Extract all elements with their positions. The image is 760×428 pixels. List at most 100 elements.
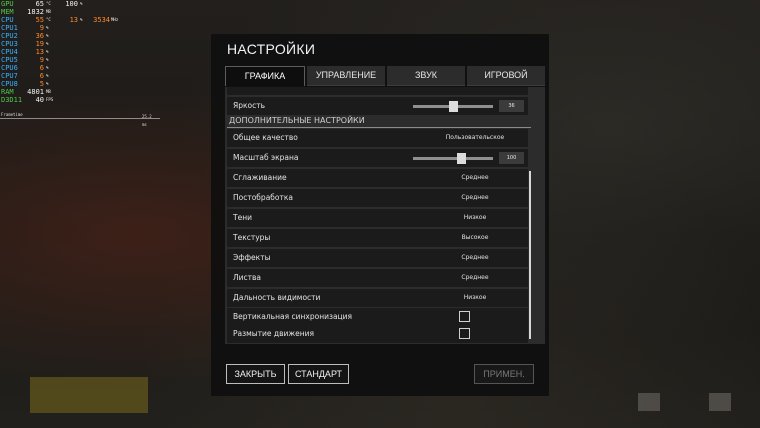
overlay-label: CPU5 [1,56,18,64]
background-icon-right [709,393,731,411]
setting-value[interactable]: Среднее [395,269,545,287]
motion-blur-checkbox[interactable] [459,328,470,339]
setting-row-postprocessing[interactable]: Постобработка Среднее [227,189,528,207]
tab-gameplay[interactable]: ИГРОВОЙ ПРОЦЕСС [467,66,545,99]
overlay-unit: % [46,81,49,86]
overlay-value: 1832 [27,8,44,16]
overlay-label: RAM [1,88,14,96]
overlay-value: 100 [65,0,78,8]
overall-quality-row[interactable]: Общее качество Пользовательское [227,129,528,147]
overlay-label: CPU3 [1,40,18,48]
overlay-row: MEM 1832 MB [0,8,120,16]
overlay-unit: % [46,49,49,54]
overlay-row: CPU3 19% [0,40,120,48]
screen-scale-label: Масштаб экрана [233,153,299,162]
overlay-row: CPU6 6% [0,64,120,72]
overlay-label: CPU4 [1,48,18,56]
setting-label: Текстуры [233,233,271,242]
brightness-slider-handle[interactable] [449,101,458,112]
overlay-label: CPU1 [1,24,18,32]
overlay-row: CPU8 5% [0,80,120,88]
setting-row-shadows[interactable]: Тени Низкое [227,209,528,227]
tab-controls[interactable]: УПРАВЛЕНИЕ [307,66,385,86]
overlay-label: CPU6 [1,64,18,72]
setting-label: Дальность видимости [233,293,321,302]
overlay-row: CPU 55 °C 13% 3534 MHz [0,16,120,24]
background-play-button [30,377,148,413]
overlay-value: 13 [35,48,44,56]
overlay-row: CPU5 9% [0,56,120,64]
screen-scale-value[interactable]: 100 [499,152,524,164]
setting-value[interactable]: Среднее [395,249,545,267]
overlay-label: CPU [1,16,14,24]
overlay-value: 36 [35,32,44,40]
screen-scale-slider[interactable] [413,157,493,160]
overlay-unit: MHz [111,17,119,22]
overlay-unit: °C [46,1,51,6]
settings-dialog: НАСТРОЙКИ ГРАФИКА УПРАВЛЕНИЕ ЗВУК ИГРОВО… [211,34,549,396]
overlay-label: CPU2 [1,32,18,40]
brightness-value[interactable]: 36 [499,100,524,112]
motion-blur-label: Размытие движения [233,329,315,338]
overlay-label: CPU8 [1,80,18,88]
setting-label: Постобработка [233,193,293,202]
setting-label: Эффекты [233,253,271,262]
overlay-row: CPU4 13% [0,48,120,56]
overlay-value: 13 [69,16,78,24]
motion-blur-row: Размытие движения [227,325,528,343]
apply-button[interactable]: ПРИМЕН. [474,364,534,384]
brightness-row: Яркость 36 [227,97,528,115]
overlay-value: 65 [35,0,44,8]
vsync-label: Вертикальная синхронизация [233,312,353,321]
setting-row-foliage[interactable]: Листва Среднее [227,269,528,287]
setting-value[interactable]: Низкое [395,209,545,227]
setting-value[interactable]: Среднее [395,169,545,187]
graphics-settings-panel[interactable]: Яркость 36 ДОПОЛНИТЕЛЬНЫЕ НАСТРОЙКИ Обще… [225,87,545,344]
close-button[interactable]: ЗАКРЫТЬ [226,364,285,384]
overlay-row: CPU7 6% [0,72,120,80]
overlay-unit: % [46,25,49,30]
setting-value[interactable]: Низкое [395,289,545,307]
frametime-value: 25.2 ms [142,114,152,127]
overlay-label: GPU [1,0,14,8]
screen-scale-row: Масштаб экрана 100 [227,149,528,167]
overlay-value: 9 [39,56,44,64]
overlay-row: D3D11 40 FPS [0,96,120,104]
background-icon-left [638,393,660,411]
overlay-row: RAM 4801 MB [0,88,120,96]
setting-row-view-distance[interactable]: Дальность видимости Низкое [227,289,528,307]
tab-sound[interactable]: ЗВУК [387,66,465,86]
overlay-value: 6 [39,72,44,80]
overlay-value: 55 [35,16,44,24]
setting-row-textures[interactable]: Текстуры Высокое [227,229,528,247]
setting-value[interactable]: Среднее [395,189,545,207]
overlay-row: CPU1 9% [0,24,120,32]
overlay-value: 9 [39,24,44,32]
screen-scale-slider-handle[interactable] [457,153,466,164]
overall-quality-label: Общее качество [233,133,298,142]
overlay-unit: % [46,57,49,62]
overlay-value: 40 [35,96,44,104]
overall-quality-value[interactable]: Пользовательское [395,129,545,147]
overlay-unit: MB [46,9,51,14]
vsync-checkbox[interactable] [459,311,470,322]
vsync-row: Вертикальная синхронизация [227,308,528,326]
tab-graphics[interactable]: ГРАФИКА [225,66,305,86]
overlay-label: MEM [1,8,14,16]
setting-row-antialiasing[interactable]: Сглаживание Среднее [227,169,528,187]
default-button[interactable]: СТАНДАРТ [288,364,349,384]
overlay-value: 4801 [27,88,44,96]
overlay-unit: MB [46,89,51,94]
overlay-unit: % [46,33,49,38]
panel-scrollbar[interactable] [529,171,531,339]
overlay-unit: °C [46,17,51,22]
setting-label: Тени [233,213,252,222]
brightness-label: Яркость [233,101,266,110]
setting-row-effects[interactable]: Эффекты Среднее [227,249,528,267]
overlay-unit: % [46,65,49,70]
setting-value[interactable]: Высокое [395,229,545,247]
section-divider [227,127,531,128]
overlay-label: CPU7 [1,72,18,80]
overlay-unit: % [80,17,83,22]
dialog-title: НАСТРОЙКИ [227,41,316,57]
